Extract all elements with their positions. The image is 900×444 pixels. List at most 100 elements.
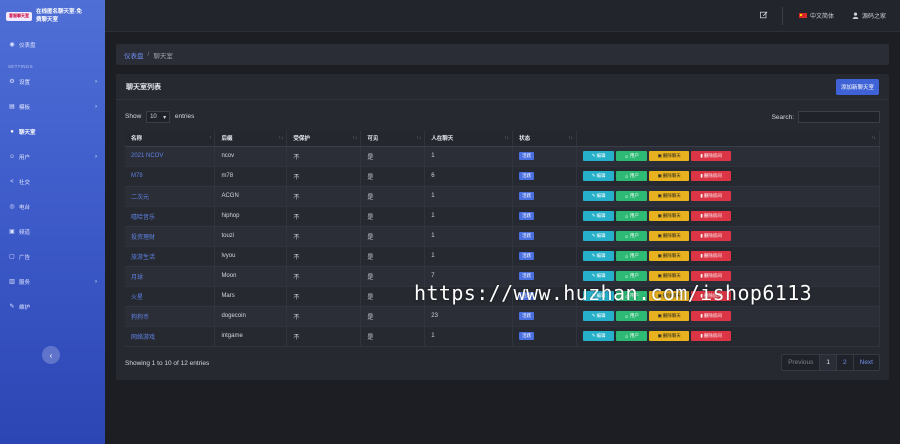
sidebar-item-chat[interactable]: ● 聊天室 bbox=[0, 119, 105, 144]
page-length-select[interactable]: 10 ▾ bbox=[146, 111, 171, 123]
column-header[interactable]: 受保护 ↑↓ bbox=[286, 131, 362, 147]
users-button[interactable]: ☺ 用户 bbox=[616, 171, 648, 181]
pencil-icon: ✎ bbox=[591, 253, 596, 258]
column-header[interactable]: 可见 ↑↓ bbox=[360, 131, 426, 147]
language-selector[interactable]: 中文简体 bbox=[798, 11, 834, 20]
delete-room-button[interactable]: ▮ 删除房间 bbox=[691, 331, 732, 341]
cell-visible: 是 bbox=[360, 146, 426, 167]
sidebar-item-dashboard[interactable]: ◉ 仪表盘 bbox=[0, 32, 105, 57]
column-header[interactable]: 后缀 ↑↓ bbox=[214, 131, 288, 147]
delete-room-button[interactable]: ▮ 删除房间 bbox=[691, 151, 732, 161]
edit-button[interactable]: ✎ 编辑 bbox=[583, 151, 615, 161]
column-header[interactable]: ↑↓ bbox=[576, 131, 880, 147]
sidebar-item-ad[interactable]: ▢ 广告 bbox=[0, 244, 105, 269]
users-button-label: 用户 bbox=[629, 233, 639, 238]
row-actions: ✎ 编辑 ☺ 用户 ▣ 删除聊天 ▮ 删除房间 bbox=[583, 191, 873, 201]
pagination-previous[interactable]: Previous bbox=[782, 355, 821, 370]
sidebar-nav: ◉ 仪表盘 SETTINGS ⚙ 设置 › ▤ 模板 › ● 聊天室 ☺ 用户 › < 社交 ◎ 电台 ▣ 频道 ▢ 广告… bbox=[0, 32, 105, 319]
delete-room-button[interactable]: ▮ 删除房间 bbox=[691, 191, 732, 201]
sidebar-item-user[interactable]: ☺ 用户 › bbox=[0, 144, 105, 169]
column-header[interactable]: 人在聊天 ↑↓ bbox=[424, 131, 514, 147]
cell-visible: 是 bbox=[360, 326, 426, 347]
cell-status: 活跃 bbox=[512, 166, 578, 187]
edit-button[interactable]: ✎ 编辑 bbox=[583, 211, 615, 221]
user-icon bbox=[852, 12, 859, 19]
sidebar-item-wrench[interactable]: ✎ 维护 bbox=[0, 294, 105, 319]
users-button[interactable]: ☺ 用户 bbox=[616, 271, 648, 281]
edit-button-label: 编辑 bbox=[596, 233, 606, 238]
chatroom-name-link[interactable]: 旅游生活 bbox=[131, 255, 155, 261]
delete-room-button[interactable]: ▮ 删除房间 bbox=[691, 231, 732, 241]
clear-chat-button[interactable]: ▣ 删除聊天 bbox=[649, 171, 690, 181]
edit-button[interactable]: ✎ 编辑 bbox=[583, 231, 615, 241]
chatroom-name-link[interactable]: 月球 bbox=[131, 275, 143, 281]
users-button[interactable]: ☺ 用户 bbox=[616, 231, 648, 241]
sidebar-item-template[interactable]: ▤ 模板 › bbox=[0, 94, 105, 119]
edit-button[interactable]: ✎ 编辑 bbox=[583, 251, 615, 261]
table-info: Showing 1 to 10 of 12 entries bbox=[125, 360, 210, 367]
chatroom-name-link[interactable]: 火星 bbox=[131, 295, 143, 301]
user-icon: ☺ bbox=[624, 193, 629, 199]
clear-chat-button[interactable]: ▣ 删除聊天 bbox=[649, 331, 690, 341]
users-button[interactable]: ☺ 用户 bbox=[616, 331, 648, 341]
edit-button[interactable]: ✎ 编辑 bbox=[583, 191, 615, 201]
delete-room-button[interactable]: ▮ 删除房间 bbox=[691, 311, 732, 321]
edit-button[interactable]: ✎ 编辑 bbox=[583, 311, 615, 321]
sidebar-item-radio[interactable]: ◎ 电台 bbox=[0, 194, 105, 219]
chatroom-name-link[interactable]: M78 bbox=[131, 173, 143, 179]
delete-room-button[interactable]: ▮ 删除房间 bbox=[691, 211, 732, 221]
edit-button[interactable]: ✎ 编辑 bbox=[583, 331, 615, 341]
pagination-page-1[interactable]: 1 bbox=[820, 355, 837, 370]
clear-chat-button[interactable]: ▣ 删除聊天 bbox=[649, 211, 690, 221]
pencil-icon: ✎ bbox=[591, 333, 596, 338]
pagination-page-2[interactable]: 2 bbox=[837, 355, 854, 370]
table-row: 投资理财 touzi 不是 1 活跃 ✎ 编辑 ☺ 用户 ▣ 删除聊天 ▮ 删除房间 bbox=[125, 226, 880, 247]
sidebar-item-channel[interactable]: ▣ 频道 bbox=[0, 219, 105, 244]
status-badge: 活跃 bbox=[519, 332, 535, 340]
users-button[interactable]: ☺ 用户 bbox=[616, 191, 648, 201]
trash-icon: ▣ bbox=[657, 213, 662, 218]
chatroom-name-link[interactable]: 投资理财 bbox=[131, 235, 155, 241]
chatroom-name-link[interactable]: 2021 NCOV bbox=[131, 153, 163, 159]
chatroom-name-link[interactable]: 嘻哈音乐 bbox=[131, 215, 155, 221]
add-chatroom-button[interactable]: 添加新聊天室 bbox=[835, 78, 879, 95]
users-button[interactable]: ☺ 用户 bbox=[616, 151, 648, 161]
clear-chat-button[interactable]: ▣ 删除聊天 bbox=[649, 271, 690, 281]
users-button[interactable]: ☺ 用户 bbox=[616, 251, 648, 261]
search-label: Search: bbox=[771, 113, 794, 121]
breadcrumb-separator: / bbox=[147, 51, 150, 58]
delete-room-button-label: 删除房间 bbox=[703, 213, 722, 218]
chatroom-name-link[interactable]: 二次元 bbox=[131, 195, 149, 201]
clear-chat-button[interactable]: ▣ 删除聊天 bbox=[649, 151, 690, 161]
search-input[interactable] bbox=[798, 111, 880, 123]
edit-icon[interactable] bbox=[759, 10, 768, 21]
users-button[interactable]: ☺ 用户 bbox=[616, 211, 648, 221]
username: 源码之家 bbox=[861, 14, 886, 20]
breadcrumb-home-link[interactable]: 仪表盘 bbox=[124, 50, 144, 60]
chatroom-name-link[interactable]: 网络游戏 bbox=[131, 335, 155, 341]
delete-room-button[interactable]: ▮ 删除房间 bbox=[691, 171, 732, 181]
sidebar-item-gear[interactable]: ⚙ 设置 › bbox=[0, 69, 105, 94]
edit-button[interactable]: ✎ 编辑 bbox=[583, 171, 615, 181]
cell-status: 活跃 bbox=[512, 306, 578, 327]
sidebar-item-share[interactable]: < 社交 bbox=[0, 169, 105, 194]
clear-chat-button[interactable]: ▣ 删除聊天 bbox=[649, 231, 690, 241]
brand[interactable]: 客服聊天室 在线匿名聊天室-免 费聊天室 bbox=[0, 0, 105, 32]
clear-chat-button[interactable]: ▣ 删除聊天 bbox=[649, 191, 690, 201]
cell-slug: touzi bbox=[214, 226, 288, 247]
chatroom-name-link[interactable]: 狗狗币 bbox=[131, 315, 149, 321]
sort-icon: ↑↓ bbox=[871, 135, 876, 141]
pagination-next[interactable]: Next bbox=[854, 355, 879, 370]
users-button[interactable]: ☺ 用户 bbox=[616, 311, 648, 321]
clear-chat-button[interactable]: ▣ 删除聊天 bbox=[649, 251, 690, 261]
column-header[interactable]: 状态 ↑↓ bbox=[512, 131, 578, 147]
delete-room-button[interactable]: ▮ 删除房间 bbox=[691, 251, 732, 261]
sidebar-collapse-button[interactable]: ‹ bbox=[42, 346, 60, 364]
user-menu[interactable]: 源码之家 bbox=[852, 11, 886, 20]
clear-chat-button[interactable]: ▣ 删除聊天 bbox=[649, 311, 690, 321]
edit-button[interactable]: ✎ 编辑 bbox=[583, 271, 615, 281]
cell-slug: Mars bbox=[214, 286, 288, 307]
delete-room-button[interactable]: ▮ 删除房间 bbox=[691, 271, 732, 281]
column-header[interactable]: 名称 ↑ bbox=[125, 131, 216, 147]
sidebar-item-service[interactable]: ▥ 服务 › bbox=[0, 269, 105, 294]
